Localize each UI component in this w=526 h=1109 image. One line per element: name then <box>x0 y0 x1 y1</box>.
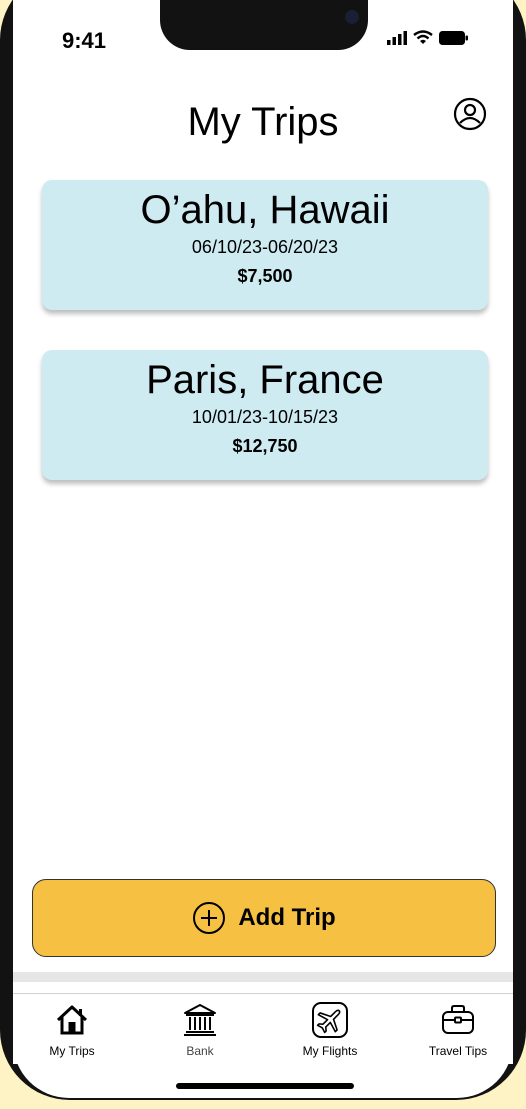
trip-dates: 10/01/23-10/15/23 <box>191 407 339 427</box>
briefcase-icon <box>442 1005 474 1034</box>
trip-name: O’ahu, Hawaii <box>140 188 390 232</box>
bank-icon <box>184 1004 216 1036</box>
tab-travel-tips[interactable]: Travel Tips <box>403 1000 513 1058</box>
trip-card[interactable]: Paris, France 10/01/23-10/15/23 $12,750 <box>42 350 488 480</box>
tab-label: Bank <box>186 1044 214 1058</box>
airplane-icon <box>312 1002 348 1038</box>
trip-card[interactable]: O’ahu, Hawaii 06/10/23-06/20/23 $7,500 <box>42 180 488 310</box>
trip-dates: 06/10/23-06/20/23 <box>191 237 339 257</box>
tab-label: My Flights <box>302 1044 358 1058</box>
divider <box>13 972 513 982</box>
battery-icon <box>439 30 468 45</box>
add-trip-button[interactable]: Add Trip <box>32 879 496 957</box>
tab-my-trips[interactable]: My Trips <box>17 1000 127 1058</box>
cellular-signal-icon <box>387 30 407 45</box>
profile-icon[interactable] <box>453 97 487 136</box>
notch <box>160 0 368 50</box>
add-trip-label: Add Trip <box>238 904 336 931</box>
status-icons <box>387 30 469 45</box>
home-indicator[interactable] <box>176 1083 354 1089</box>
camera-icon <box>345 10 359 24</box>
tab-my-flights[interactable]: My Flights <box>275 1000 385 1058</box>
tab-label: Travel Tips <box>428 1044 488 1058</box>
page-title: My Trips <box>187 100 339 144</box>
tab-bank[interactable]: Bank <box>145 1000 255 1058</box>
status-time: 9:41 <box>62 28 107 53</box>
phone-frame: 9:41 My Trips O’ahu, Hawaii 06/10/23-06/… <box>0 0 526 1109</box>
trip-cost: $12,750 <box>232 436 298 456</box>
trip-name: Paris, France <box>146 358 384 402</box>
trip-cost: $7,500 <box>237 266 293 286</box>
tab-bar: My Trips Bank My Flights Travel Tips <box>13 993 513 1064</box>
wifi-icon <box>413 30 433 44</box>
tab-label: My Trips <box>49 1044 95 1058</box>
plus-circle-icon <box>193 902 226 934</box>
home-icon <box>56 1005 88 1035</box>
